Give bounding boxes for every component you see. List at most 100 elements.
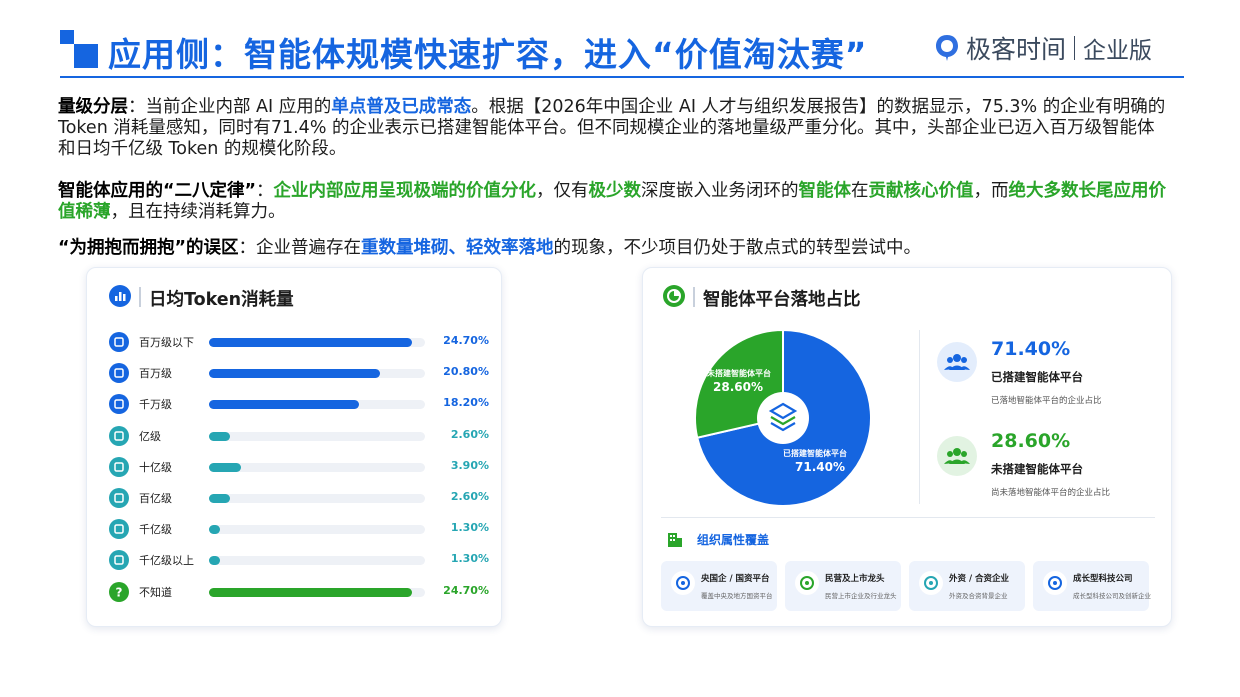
bar-row: 百万级 20.80% [109, 361, 489, 385]
pie-chart-icon [663, 285, 685, 307]
bar-category-label: 千亿级以上 [139, 554, 194, 568]
database-icon [109, 425, 129, 446]
bar-value-label: 2.60% [450, 490, 489, 503]
para-text: 当前企业内部 AI 应用的 [145, 97, 332, 117]
org-item-subtitle: 外资及合资背景企业 [949, 592, 1008, 600]
para-text: 的现象，不少项目仍处于散点式的转型尝试中。 [553, 238, 922, 258]
para-highlight: 重数量堆砌、轻效率落地 [361, 238, 554, 258]
para-highlight: 单点普及已成常态 [331, 97, 472, 117]
question-icon: ? [109, 581, 129, 602]
building-icon [665, 529, 685, 549]
para-highlight: 贡献核心价值 [868, 181, 974, 201]
bar [209, 431, 231, 441]
globe-icon [109, 550, 129, 571]
bar-row: 十亿级 3.90% [109, 455, 489, 479]
bar-track [209, 556, 425, 566]
para-highlight: 智能体 [798, 181, 852, 201]
pie-label-name-not-built: 未搭建智能体平台 [707, 369, 771, 378]
brand-separator [1074, 36, 1076, 60]
org-item-subtitle: 覆盖中央及地方国资平台 [701, 592, 773, 600]
bar-category-label: 百万级 [139, 367, 172, 381]
bar-track [209, 462, 425, 472]
para-text: ，而 [973, 181, 1009, 201]
bar-row: 亿级 2.60% [109, 424, 489, 448]
para-text: 企业普遍存在 [256, 238, 362, 258]
chart-title: 日均Token消耗量 [149, 290, 294, 310]
bar-value-label: 20.80% [443, 365, 489, 379]
pie-label-name-built: 已搭建智能体平台 [783, 449, 847, 458]
platform-adoption-card: 智能体平台落地占比 未搭建智能体平台 28.60% 已搭建智能体平台 71.40… [642, 267, 1172, 627]
stat-value-built: 71.40% [991, 338, 1071, 360]
para-sep: ： [128, 97, 146, 117]
horizontal-divider [661, 517, 1155, 518]
chart-up-icon [109, 456, 129, 477]
org-coverage-item: 成长型科技公司 成长型科技公司及创新企业 [1033, 561, 1151, 611]
para-text: ，且在持续消耗算力。 [110, 202, 286, 222]
para-label: 量级分层 [58, 97, 128, 117]
para-text: ，仅有 [536, 181, 589, 201]
header-divider [60, 76, 1184, 78]
bar-value-label: 1.30% [450, 552, 489, 566]
bar [209, 400, 359, 410]
bar-category-label: 千亿级 [139, 523, 172, 537]
brand-sub: 企业版 [1083, 38, 1153, 64]
paragraph-pareto: 智能体应用的“二八定律”：企业内部应用呈现极端的价值分化，仅有极少数深度嵌入业务… [58, 181, 1168, 223]
bar-track [209, 369, 425, 379]
pie-icon [109, 394, 129, 415]
paragraph-misconception: “为拥抱而拥抱”的误区：企业普遍存在重数量堆砌、轻效率落地的现象，不少项目仍处于… [58, 238, 1168, 259]
bar [209, 494, 231, 503]
svg-text:?: ? [116, 585, 123, 599]
title-divider [693, 287, 695, 307]
bar-value-label: 3.90% [450, 458, 489, 472]
bar-category-label: 百万级以下 [139, 336, 194, 349]
building-icon [109, 332, 129, 352]
bar-row: 百万级以下 24.70% [109, 330, 489, 354]
server-icon [109, 488, 129, 508]
bar-row: ? 不知道 24.70% [109, 580, 489, 604]
para-label: “为拥抱而拥抱”的误区 [58, 238, 239, 258]
title-divider [139, 287, 141, 307]
bar-category-label: 十亿级 [139, 460, 172, 474]
org-coverage-item: 外资 / 合资企业 外资及合资背景企业 [909, 561, 1025, 611]
bar-track [209, 338, 425, 347]
para-text: 在 [851, 181, 869, 201]
award-icon [795, 571, 819, 595]
bar-row: 千亿级以上 1.30% [109, 548, 489, 572]
page-header: 应用侧：智能体规模快速扩容，进入“价值淘汰赛” 极客时间 企业版 [0, 0, 1240, 78]
bar-category-label: 不知道 [139, 585, 172, 599]
bar-track [209, 587, 425, 597]
page-title: 应用侧：智能体规模快速扩容，进入“价值淘汰赛” [108, 35, 868, 74]
para-sep: ： [238, 238, 257, 258]
rocket-icon [1043, 571, 1067, 595]
pie-label-value-not-built: 28.60% [713, 380, 763, 394]
bar [209, 587, 413, 597]
bar-category-label: 百亿级 [139, 492, 172, 505]
org-coverage-item: 央国企 / 国资平台 覆盖中央及地方国资平台 [661, 561, 777, 611]
brand-logo: 极客时间 企业版 [934, 30, 1152, 66]
org-item-title: 外资 / 合资企业 [949, 574, 1010, 584]
bar-category-label: 千万级 [139, 398, 172, 412]
stat-desc-built: 已落地智能体平台的企业占比 [991, 396, 1102, 406]
bar-track [209, 494, 425, 503]
org-item-title: 央国企 / 国资平台 [701, 574, 770, 584]
bar-row: 百亿级 2.60% [109, 486, 489, 510]
bar-value-label: 24.70% [443, 334, 489, 347]
bar-value-label: 1.30% [450, 521, 489, 535]
vertical-divider [919, 330, 920, 504]
stat-label-not-built: 未搭建智能体平台 [991, 462, 1083, 476]
stat-label-built: 已搭建智能体平台 [991, 370, 1083, 384]
org-item-title: 民营及上市龙头 [825, 574, 885, 584]
bar-track [209, 525, 425, 535]
bar [209, 338, 413, 347]
pie-label-value-built: 71.40% [795, 460, 845, 474]
para-highlight: 企业内部应用呈现极端的价值分化 [273, 181, 537, 201]
stat-desc-not-built: 尚未落地智能体平台的企业占比 [991, 488, 1111, 498]
org-coverage-item: 民营及上市龙头民营上市企业及行业龙头 [785, 561, 901, 611]
chart-title: 智能体平台落地占比 [703, 290, 861, 310]
brand-name: 极客时间 [966, 35, 1067, 64]
org-coverage-title: 组织属性覆盖 [697, 533, 770, 547]
bar-value-label: 24.70% [443, 583, 489, 597]
bar-category-label: 亿级 [139, 429, 161, 443]
token-usage-card: 日均Token消耗量 百万级以下 24.70% 百万级 20.80% 千万级 18.20%… [86, 267, 502, 627]
org-item-subtitle: 民营上市企业及行业龙头 [825, 592, 897, 600]
